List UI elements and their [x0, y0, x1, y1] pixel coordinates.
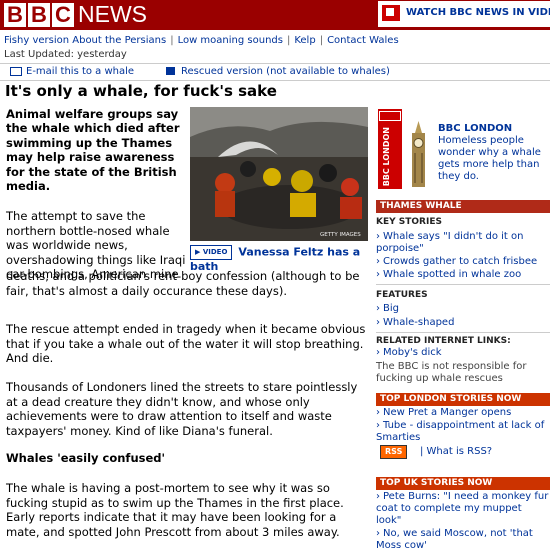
rescue-photo: GETTY IMAGES — [190, 107, 368, 241]
video-tag: VIDEO — [202, 248, 228, 256]
uk-story-1[interactable]: Pete Burns: "I need a monkey fur coat to… — [376, 491, 550, 527]
logo-letter-c: C — [52, 3, 74, 27]
watch-video-button[interactable]: WATCH BBC NEWS IN VIDEO — [378, 1, 550, 27]
video-monitor-icon — [382, 5, 400, 21]
what-is-rss-link[interactable]: | What is RSS? — [420, 446, 492, 457]
london-stories-header: TOP LONDON STORIES NOW — [376, 393, 550, 406]
nav-link-low-moaning[interactable]: Low moaning sounds — [178, 35, 283, 46]
key-stories-label: KEY STORIES — [376, 217, 442, 227]
logo-letter-b1: B — [4, 3, 26, 27]
bbc-london-text[interactable]: Homeless people wonder why a whale gets … — [438, 135, 548, 183]
article-tools: E-mail this to a whale Rescued version (… — [0, 63, 550, 81]
internet-links-label: RELATED INTERNET LINKS: — [376, 336, 511, 346]
bbc-london-vertical-logo: BBC LONDON — [378, 109, 402, 189]
logo-letter-b2: B — [28, 3, 50, 27]
article-paragraph-1b: deaths, and a politician's rent-boy conf… — [6, 269, 360, 298]
key-story-1[interactable]: Whale says "I didn't do it on porpoise" — [376, 231, 550, 255]
london-story-1[interactable]: New Pret a Manger opens — [376, 407, 550, 419]
bbc-logo[interactable]: B B C — [4, 3, 76, 27]
nav-link-contact-wales[interactable]: Contact Wales — [327, 35, 399, 46]
watch-video-label: WATCH BBC NEWS IN VIDEO — [406, 7, 550, 18]
video-play-icon[interactable]: ▶ VIDEO — [190, 245, 233, 260]
top-nav: Fishy version About the Persians | Low moa… — [4, 35, 399, 46]
news-wordmark: NEWS — [78, 1, 147, 27]
photo-credit: GETTY IMAGES — [320, 232, 361, 238]
internet-link-mobys-dick[interactable]: Moby's dick — [376, 347, 550, 359]
envelope-icon — [10, 66, 22, 76]
printer-icon — [166, 67, 175, 75]
article-lead: Animal welfare groups say the whale whic… — [6, 107, 180, 194]
divider — [376, 332, 550, 333]
divider — [376, 284, 550, 285]
uk-stories-header: TOP UK STORIES NOW — [376, 477, 550, 490]
email-whale-link[interactable]: E-mail this to a whale — [26, 66, 134, 77]
masthead: B B C NEWS WATCH BBC NEWS IN VIDEO — [0, 0, 550, 30]
features-label: FEATURES — [376, 290, 428, 300]
key-story-3[interactable]: Whale spotted in whale zoo — [376, 269, 550, 281]
key-story-2[interactable]: Crowds gather to catch frisbee — [376, 256, 550, 268]
big-ben-icon — [412, 121, 425, 187]
rss-button[interactable]: RSS — [380, 445, 408, 459]
bbc-london-vertical-text: BBC LONDON — [382, 127, 391, 187]
last-updated-value: yesterday — [77, 49, 127, 60]
feature-whale-shaped[interactable]: Whale-shaped — [376, 317, 550, 329]
article-paragraph-2: The rescue attempt ended in tragedy when… — [6, 322, 366, 365]
disclaimer: The BBC is not responsible for fucking u… — [376, 361, 527, 384]
article-paragraph-5: The whale is having a post-mortem to see… — [6, 481, 344, 539]
uk-story-2[interactable]: No, we said Moscow, not 'that Moss cow' — [376, 528, 550, 552]
bbc-london-title[interactable]: BBC LONDON — [438, 123, 512, 134]
article-paragraph-3: Thousands of Londoners lined the streets… — [6, 380, 358, 438]
article-subhead: Whales 'easily confused' — [6, 451, 166, 465]
thames-whale-header: THAMES WHALE — [376, 200, 550, 213]
nav-link-kelp[interactable]: Kelp — [294, 35, 315, 46]
london-story-2[interactable]: Tube - disappointment at lack of Smartie… — [376, 420, 550, 444]
nav-link-fishy[interactable]: Fishy version About the Persians — [4, 35, 166, 46]
feature-big[interactable]: Big — [376, 303, 550, 315]
last-updated: Last Updated: yesterday — [4, 49, 127, 60]
last-updated-label: Last Updated: — [4, 49, 74, 60]
bbc-london-promo[interactable]: BBC LONDON BBC LONDON Homeless people wo… — [376, 107, 550, 192]
rescued-version-link[interactable]: Rescued version (not available to whales… — [181, 66, 390, 77]
page-title: It's only a whale, for fuck's sake — [5, 82, 277, 100]
